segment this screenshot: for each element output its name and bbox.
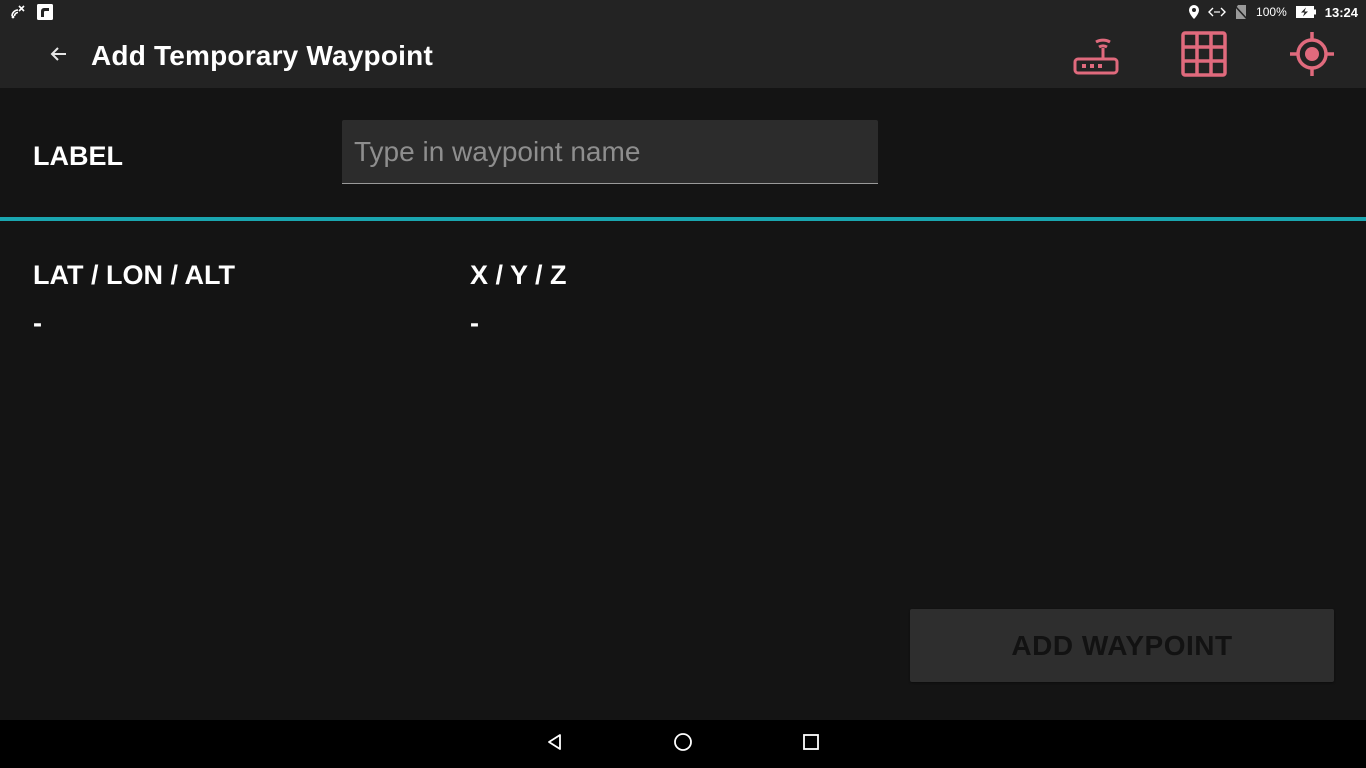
nav-recent-apps-icon [802,733,820,756]
status-right: 100% 13:24 [1188,4,1366,20]
app-bar-actions [1042,24,1366,88]
nav-recent-apps-button[interactable] [781,720,841,768]
label-row: LABEL [0,88,1366,218]
lat-lon-alt-section: LAT / LON / ALT - [33,258,235,340]
section-divider [0,217,1366,221]
lat-lon-alt-heading: LAT / LON / ALT [33,260,235,290]
back-button[interactable] [35,32,83,80]
app-bar: Add Temporary Waypoint [0,24,1366,88]
nav-back-icon [545,732,565,757]
lat-lon-alt-value: - [33,308,42,338]
xyz-heading: X / Y / Z [470,260,567,290]
status-left [0,3,54,21]
status-bar: 100% 13:24 [0,0,1366,24]
battery-charging-icon [1295,5,1317,19]
page-title: Add Temporary Waypoint [91,40,433,71]
router-button[interactable] [1042,24,1150,88]
battery-percent: 100% [1256,5,1287,19]
nav-home-icon [673,732,693,757]
nav-home-button[interactable] [653,720,713,768]
location-pin-icon [1188,4,1200,20]
add-waypoint-button[interactable]: ADD WAYPOINT [910,609,1334,682]
status-time: 13:24 [1324,4,1358,20]
system-nav-bar [0,720,1366,768]
notification-app-icon [36,3,54,21]
arrow-left-icon [49,44,69,69]
grid-icon [1181,30,1227,82]
data-transfer-icon [1208,6,1227,18]
crosshair-target-icon [1289,31,1335,82]
no-sim-icon [1234,4,1248,20]
xyz-value: - [470,308,479,338]
no-gps-signal-icon [10,4,26,20]
waypoint-name-input[interactable] [342,120,878,184]
label-heading: LABEL [33,141,123,171]
grid-button[interactable] [1150,24,1258,88]
router-icon [1072,30,1120,83]
locate-button[interactable] [1258,24,1366,88]
nav-back-button[interactable] [525,720,585,768]
screen: 100% 13:24 Add Temporary Waypoint LABEL … [0,0,1366,768]
xyz-section: X / Y / Z - [470,258,567,340]
